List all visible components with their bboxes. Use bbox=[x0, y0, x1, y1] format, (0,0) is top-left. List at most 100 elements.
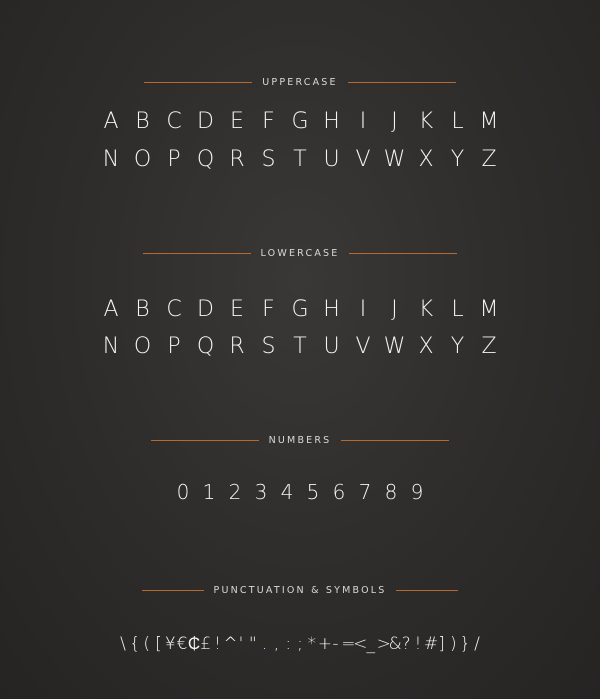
glyph-specimen: H bbox=[323, 109, 340, 134]
glyph-specimen: V bbox=[355, 147, 371, 172]
glyph-specimen: f bbox=[262, 297, 275, 322]
glyph-specimen: ) bbox=[450, 634, 457, 654]
glyph-specimen: d bbox=[197, 297, 214, 322]
glyph-specimen: P bbox=[167, 147, 181, 172]
glyph-specimen: = bbox=[341, 634, 356, 654]
glyph-specimen: ] bbox=[438, 634, 445, 654]
glyph-specimen: / bbox=[474, 634, 480, 654]
glyph-specimen: + bbox=[317, 634, 332, 654]
glyph-specimen: . bbox=[261, 634, 268, 654]
lowercase-row-1: abcdefghijklm bbox=[0, 297, 600, 322]
glyph-specimen: } bbox=[459, 634, 471, 654]
glyph-specimen: ! bbox=[414, 634, 422, 654]
glyph-specimen: 7 bbox=[358, 480, 372, 504]
symbols-row: \{([¥ € ₵ £! ^ ' ".,:; * + - = < _ > &?! #])} / bbox=[0, 634, 600, 654]
glyph-specimen: [ bbox=[155, 634, 162, 654]
uppercase-section: UPPERCASE ABCDEFGHIJKLM NOPQRSTUVWXYZ bbox=[0, 75, 600, 173]
glyph-specimen: W bbox=[383, 147, 406, 172]
glyph-specimen: : bbox=[285, 634, 292, 654]
glyph-specimen: ( bbox=[143, 634, 150, 654]
glyph-specimen: > bbox=[376, 634, 391, 654]
uppercase-row-1: ABCDEFGHIJKLM bbox=[0, 109, 600, 134]
glyph-specimen: 6 bbox=[332, 480, 346, 504]
glyph-specimen: { bbox=[129, 634, 141, 654]
glyph-specimen: s bbox=[261, 334, 276, 359]
glyph-specimen: I bbox=[359, 109, 367, 134]
symbols-title: PUNCTUATION & SYMBOLS bbox=[213, 584, 387, 596]
glyph-specimen: Q bbox=[196, 147, 215, 172]
uppercase-title: UPPERCASE bbox=[262, 76, 338, 88]
glyph-specimen: F bbox=[262, 109, 275, 134]
glyph-specimen: Z bbox=[481, 147, 497, 172]
glyph-specimen: u bbox=[323, 334, 340, 359]
heading-rule-left bbox=[150, 439, 259, 441]
glyph-specimen: M bbox=[479, 109, 499, 134]
glyph-specimen: x bbox=[418, 334, 434, 359]
glyph-specimen: 2 bbox=[228, 480, 242, 504]
glyph-specimen: ' bbox=[238, 634, 244, 654]
glyph-specimen: K bbox=[418, 109, 434, 134]
glyph-specimen: R bbox=[229, 147, 245, 172]
lowercase-section: LOWERCASE abcdefghijklm nopqrstuvwxyz bbox=[0, 246, 600, 360]
glyph-specimen: J bbox=[391, 109, 398, 134]
glyph-specimen: q bbox=[196, 334, 215, 359]
glyph-specimen: z bbox=[481, 334, 497, 359]
glyph-specimen: c bbox=[166, 297, 182, 322]
glyph-specimen: t bbox=[293, 334, 307, 359]
glyph-specimen: 4 bbox=[280, 480, 294, 504]
glyph-specimen: g bbox=[291, 297, 309, 322]
glyph-specimen: D bbox=[197, 109, 214, 134]
glyph-specimen: i bbox=[359, 297, 367, 322]
glyph-specimen: £ bbox=[200, 634, 212, 654]
glyph-specimen: S bbox=[261, 147, 276, 172]
heading-rule-right bbox=[349, 252, 458, 254]
heading-rule-left bbox=[144, 81, 253, 83]
glyph-specimen: C bbox=[166, 109, 182, 134]
heading-rule-right bbox=[347, 81, 456, 83]
glyph-specimen: ₵ bbox=[187, 634, 201, 654]
glyph-specimen: j bbox=[391, 297, 398, 322]
heading-rule-right bbox=[341, 439, 450, 441]
glyph-specimen: G bbox=[291, 109, 309, 134]
glyph-specimen: \ bbox=[120, 634, 126, 654]
heading-rule-left bbox=[141, 589, 204, 591]
glyph-specimen: m bbox=[479, 297, 499, 322]
heading-rule-left bbox=[142, 252, 251, 254]
symbols-section: PUNCTUATION & SYMBOLS \{([¥ € ₵ £! ^ ' ".,:; * +… bbox=[0, 583, 600, 655]
glyph-specimen: e bbox=[230, 297, 244, 322]
glyph-specimen: N bbox=[102, 147, 120, 172]
glyph-specimen: B bbox=[135, 109, 150, 134]
numbers-section: NUMBERS 0123456789 bbox=[0, 433, 600, 504]
glyph-specimen: # bbox=[423, 634, 439, 654]
numbers-title: NUMBERS bbox=[268, 434, 332, 446]
glyph-specimen: h bbox=[323, 297, 340, 322]
glyph-specimen: < bbox=[353, 634, 368, 654]
glyph-specimen: k bbox=[418, 297, 434, 322]
glyph-specimen: 3 bbox=[254, 480, 268, 504]
glyph-specimen: 0 bbox=[176, 480, 190, 504]
glyph-specimen: X bbox=[418, 147, 434, 172]
glyph-specimen: 5 bbox=[306, 480, 320, 504]
heading-rule-right bbox=[396, 589, 459, 591]
glyph-specimen: ; bbox=[297, 634, 303, 654]
glyph-specimen: a bbox=[103, 297, 119, 322]
numbers-row: 0123456789 bbox=[0, 480, 600, 504]
symbols-heading: PUNCTUATION & SYMBOLS bbox=[0, 583, 600, 597]
glyph-specimen: 1 bbox=[202, 480, 216, 504]
glyph-specimen: ? bbox=[401, 634, 411, 654]
glyph-specimen: _ bbox=[366, 634, 376, 654]
glyph-specimen: Y bbox=[450, 147, 465, 172]
glyph-specimen: & bbox=[388, 634, 402, 654]
glyph-specimen: n bbox=[102, 334, 120, 359]
glyph-specimen: o bbox=[133, 334, 152, 359]
lowercase-title: LOWERCASE bbox=[260, 247, 340, 259]
glyph-specimen: A bbox=[103, 109, 119, 134]
uppercase-row-2: NOPQRSTUVWXYZ bbox=[0, 147, 600, 172]
glyph-specimen: 9 bbox=[410, 480, 424, 504]
glyph-specimen: E bbox=[230, 109, 244, 134]
glyph-specimen: U bbox=[323, 147, 340, 172]
glyph-specimen: y bbox=[450, 334, 465, 359]
lowercase-row-2: nopqrstuvwxyz bbox=[0, 334, 600, 359]
glyph-specimen: p bbox=[167, 334, 181, 359]
glyph-specimen: € bbox=[176, 634, 188, 654]
